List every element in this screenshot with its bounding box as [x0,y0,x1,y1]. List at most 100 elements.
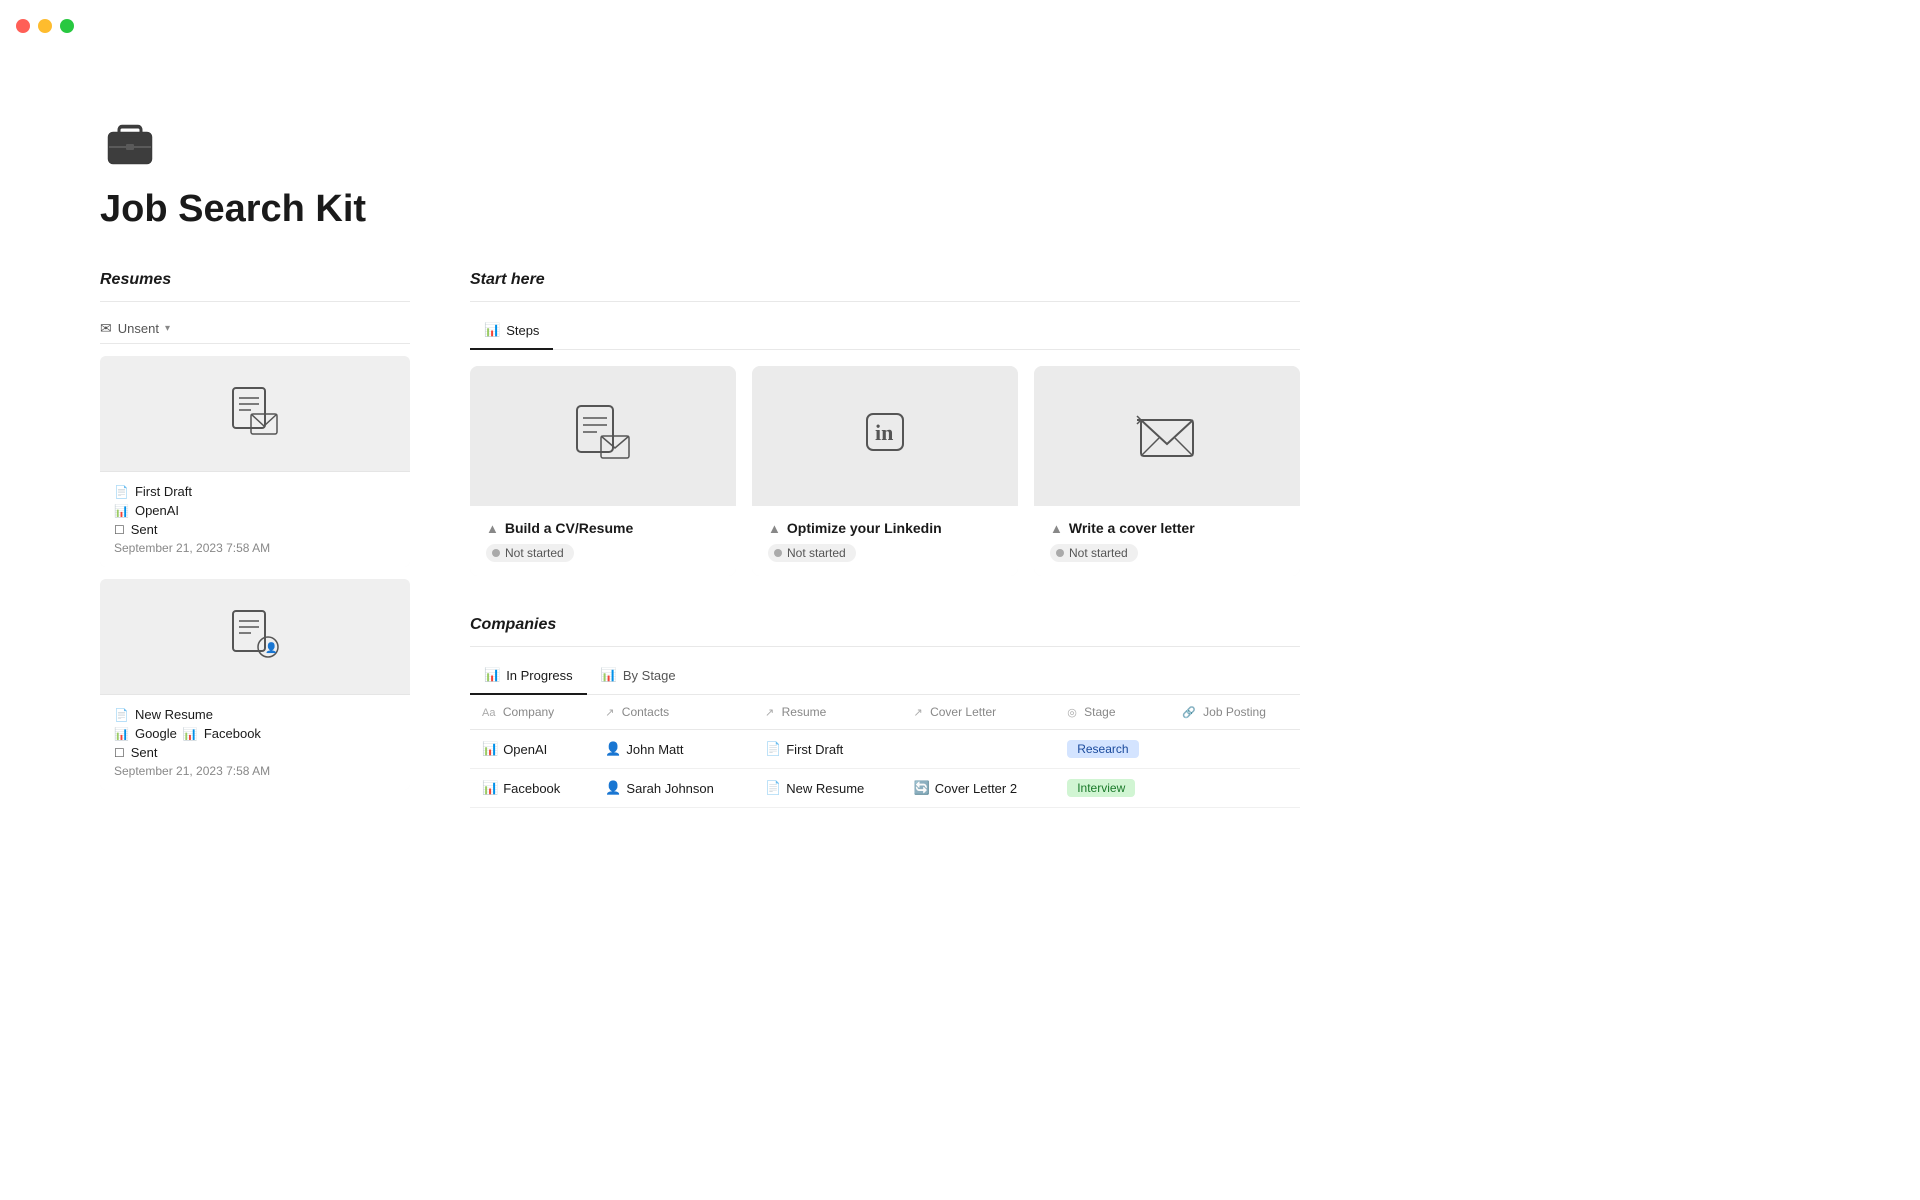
resume-name-openai: First Draft [786,742,843,757]
status-text-linkedin: Not started [787,546,846,560]
resume-icon-openai: 📄 [765,741,781,757]
contact-name-openai: John Matt [626,742,683,757]
step-card-image-cv [470,366,736,506]
resume-tags-row-2: 📊 Google 📊 Facebook [114,726,396,741]
steps-tab-icon: 📊 [484,322,500,338]
resume-card-body-1: 📄 First Draft 📊 OpenAI ☐ Sent September … [100,471,410,567]
resume-date-1: September 21, 2023 7:58 AM [114,541,396,555]
contact-icon-openai: 👤 [605,741,621,757]
company-icon-facebook: 📊 [482,780,498,796]
status-badge-coverletter: Not started [1050,544,1138,562]
table-row[interactable]: 📊 Facebook 👤 Sarah Johnson [470,769,1300,808]
step-card-body-coverletter: ▲ Write a cover letter Not started [1034,506,1300,576]
col-contacts: ↗ Contacts [593,695,753,730]
start-here-section: Start here 📊 Steps [470,271,1300,576]
tab-steps[interactable]: 📊 Steps [470,314,553,350]
filter-label: Unsent [118,321,159,336]
companies-tabs: 📊 In Progress 📊 By Stage [470,659,1300,695]
resume-cell-openai: 📄 First Draft [765,741,889,757]
cover-letter-cell-facebook: 🔄 Cover Letter 2 [914,780,1044,796]
step-card-image-coverletter [1034,366,1300,506]
resumes-heading: Resumes [100,271,410,289]
start-here-heading: Start here [470,271,1300,289]
warn-icon-linkedin: ▲ [768,521,781,536]
contact-name-facebook: Sarah Johnson [626,781,713,796]
maximize-button[interactable] [60,19,74,33]
warn-icon-coverletter: ▲ [1050,521,1063,536]
resume-date-2: September 21, 2023 7:58 AM [114,764,396,778]
step-card-image-linkedin: in [752,366,1018,506]
steps-grid: ▲ Build a CV/Resume Not started [470,366,1300,576]
filter-bar[interactable]: ✉ Unsent ▾ [100,314,410,344]
companies-heading: Companies [470,616,1300,634]
steps-tab-label: Steps [506,323,539,338]
svg-text:in: in [875,420,893,445]
tab-in-progress[interactable]: 📊 In Progress [470,659,587,695]
steps-tabs: 📊 Steps [470,314,1300,350]
resume-tag-2a: Google [135,726,177,741]
resume-tag-2b: Facebook [204,726,261,741]
contact-icon-facebook: 👤 [605,780,621,796]
step-card-coverletter[interactable]: ▲ Write a cover letter Not started [1034,366,1300,576]
step-label-linkedin: Optimize your Linkedin [787,520,942,536]
resume-name-row-1: 📄 First Draft [114,484,396,499]
status-text-coverletter: Not started [1069,546,1128,560]
by-stage-label: By Stage [623,668,676,683]
resume-card-first-draft[interactable]: 📄 First Draft 📊 OpenAI ☐ Sent September … [100,356,410,567]
resume-name-row-2: 📄 New Resume [114,707,396,722]
resume-name-2: New Resume [135,707,213,722]
chart-icon-1: 📊 [114,504,129,518]
checkbox-icon-2: ☐ [114,746,125,760]
cover-letter-name-facebook: Cover Letter 2 [935,781,1017,796]
company-cell-facebook: 📊 Facebook [482,780,581,796]
tab-by-stage[interactable]: 📊 By Stage [587,659,690,695]
status-badge-linkedin: Not started [768,544,856,562]
titlebar [0,0,1920,52]
step-label-cv: Build a CV/Resume [505,520,633,536]
resume-sent-2: Sent [131,745,158,760]
status-dot-coverletter [1056,549,1064,557]
col-resume: ↗ Resume [753,695,901,730]
chart-icon-3: 📊 [183,727,198,741]
status-text-cv: Not started [505,546,564,560]
two-col-layout: Resumes ✉ Unsent ▾ [100,271,1300,808]
contact-cell-openai: 👤 John Matt [605,741,741,757]
company-name-facebook: Facebook [503,781,560,796]
step-title-cv: ▲ Build a CV/Resume [486,520,720,536]
contact-cell-facebook: 👤 Sarah Johnson [605,780,741,796]
cover-letter-cell-openai [902,730,1056,769]
resume-name-facebook: New Resume [786,781,864,796]
col-cover-letter: ↗ Cover Letter [902,695,1056,730]
step-card-linkedin[interactable]: in ▲ Optimize your Linkedin Not started [752,366,1018,576]
step-card-cv[interactable]: ▲ Build a CV/Resume Not started [470,366,736,576]
main-content: Job Search Kit Resumes ✉ Unsent ▾ [0,52,1400,868]
stage-badge-facebook: Interview [1067,779,1135,797]
page-icon [100,112,160,172]
resume-tags-row-1: 📊 OpenAI [114,503,396,518]
chevron-down-icon: ▾ [165,323,170,334]
in-progress-label: In Progress [506,668,572,683]
status-dot-linkedin [774,549,782,557]
chart-icon-2: 📊 [114,727,129,741]
doc-icon-2: 📄 [114,708,129,722]
resume-card-new-resume[interactable]: 👤 📄 New Resume 📊 Google 📊 Facebook [100,579,410,790]
step-card-body-cv: ▲ Build a CV/Resume Not started [470,506,736,576]
step-card-body-linkedin: ▲ Optimize your Linkedin Not started [752,506,1018,576]
stage-badge-openai: Research [1067,740,1138,758]
resume-icon-facebook: 📄 [765,780,781,796]
col-company: Aa Company [470,695,593,730]
resume-tag-1: OpenAI [135,503,179,518]
table-row[interactable]: 📊 OpenAI 👤 John Matt [470,730,1300,769]
resume-sent-1: Sent [131,522,158,537]
resume-sent-row-2: ☐ Sent [114,745,396,760]
company-name-openai: OpenAI [503,742,547,757]
minimize-button[interactable] [38,19,52,33]
page-title: Job Search Kit [100,188,1300,231]
col-stage: ◎ Stage [1055,695,1170,730]
by-stage-icon: 📊 [601,667,617,683]
checkbox-icon-1: ☐ [114,523,125,537]
close-button[interactable] [16,19,30,33]
resume-sent-row-1: ☐ Sent [114,522,396,537]
resume-name-1: First Draft [135,484,192,499]
job-posting-cell-facebook [1170,769,1300,808]
